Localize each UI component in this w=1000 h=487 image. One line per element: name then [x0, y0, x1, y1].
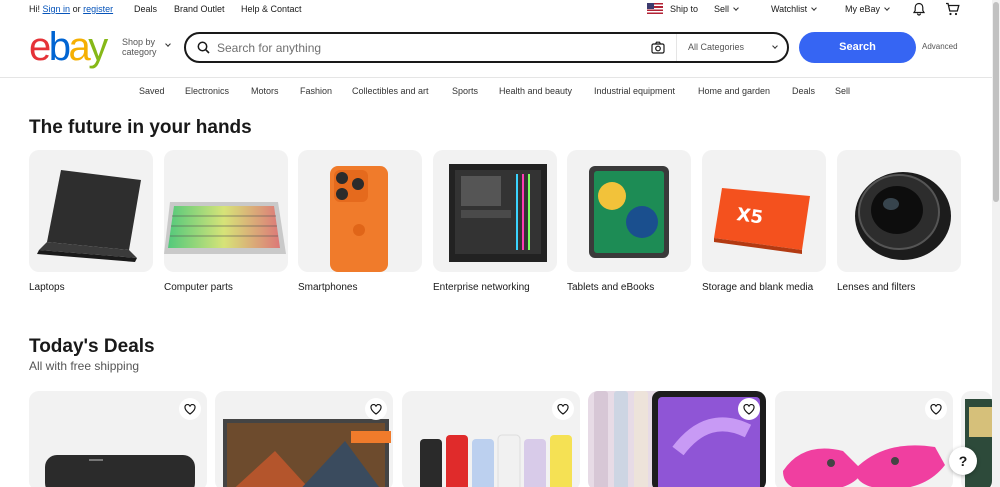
card-label-tablets[interactable]: Tablets and eBooks — [567, 282, 654, 293]
category-card-storage[interactable]: X5 — [702, 150, 826, 272]
deal-card[interactable] — [588, 391, 766, 487]
logo-letter-e: e — [29, 25, 51, 69]
cart-icon[interactable] — [945, 2, 960, 16]
tablet-image — [589, 166, 669, 258]
category-card-computer-parts[interactable] — [164, 150, 288, 272]
sell-label: Sell — [714, 4, 730, 14]
watchlist-menu[interactable]: Watchlist — [771, 4, 818, 14]
nav-collectibles[interactable]: Collectibles and art — [352, 86, 429, 96]
camera-icon[interactable] — [651, 41, 665, 54]
search-icon — [197, 41, 210, 54]
nav-deals[interactable]: Deals — [792, 86, 815, 96]
nav-home-garden[interactable]: Home and garden — [698, 86, 770, 96]
register-link[interactable]: register — [83, 4, 113, 14]
help-contact-link[interactable]: Help & Contact — [241, 4, 302, 14]
pc-tower-image — [449, 164, 547, 262]
ssd-logo: X5 — [735, 204, 764, 228]
us-flag-icon — [647, 3, 663, 14]
shop-by-line1: Shop by — [122, 37, 156, 47]
nav-electronics[interactable]: Electronics — [185, 86, 229, 96]
search-button[interactable]: Search — [799, 32, 916, 63]
deals-link[interactable]: Deals — [134, 4, 157, 14]
card-label-laptops[interactable]: Laptops — [29, 282, 65, 293]
heart-icon[interactable] — [552, 398, 574, 420]
category-card-enterprise-networking[interactable] — [433, 150, 557, 272]
watchlist-label: Watchlist — [771, 4, 808, 14]
nav-motors[interactable]: Motors — [251, 86, 279, 96]
ship-to-link[interactable]: Ship to — [670, 4, 698, 14]
nav-industrial[interactable]: Industrial equipment — [594, 86, 675, 96]
top-utility-bar: Hi! Sign in or register Deals Brand Outl… — [0, 0, 992, 19]
card-label-lenses[interactable]: Lenses and filters — [837, 282, 915, 293]
nav-sell[interactable]: Sell — [835, 86, 850, 96]
keyboard-image — [164, 202, 286, 254]
nav-fashion[interactable]: Fashion — [300, 86, 332, 96]
shop-by-line2: category — [122, 47, 157, 57]
category-card-lenses[interactable] — [837, 150, 961, 272]
deal-card[interactable] — [215, 391, 393, 487]
category-card-smartphones[interactable] — [298, 150, 422, 272]
chevron-down-icon — [884, 5, 890, 11]
nav-sports[interactable]: Sports — [452, 86, 478, 96]
category-card-tablets[interactable] — [567, 150, 691, 272]
sell-menu[interactable]: Sell — [714, 4, 739, 14]
chevron-down-icon — [772, 43, 778, 49]
search-bar: Search for anything All Categories — [184, 32, 789, 63]
my-ebay-label: My eBay — [845, 4, 881, 14]
ebay-logo[interactable]: ebay — [29, 25, 108, 69]
logo-letter-y: y — [88, 25, 108, 69]
my-ebay-menu[interactable]: My eBay — [845, 4, 890, 14]
chevron-down-icon — [811, 5, 818, 11]
card-label-storage[interactable]: Storage and blank media — [702, 282, 813, 293]
logo-letter-b: b — [48, 25, 71, 69]
deals-subtitle: All with free shipping — [29, 359, 140, 373]
scrollbar-thumb[interactable] — [993, 2, 999, 202]
nav-health-beauty[interactable]: Health and beauty — [499, 86, 572, 96]
smartphone-image — [330, 166, 388, 272]
page-scrollbar[interactable] — [992, 0, 1000, 487]
deal-card[interactable] — [402, 391, 580, 487]
card-label-enterprise-networking[interactable]: Enterprise networking — [433, 282, 530, 293]
or-text: or — [72, 4, 81, 14]
greeting-text: Hi! — [29, 4, 40, 14]
deal-card[interactable] — [29, 391, 207, 487]
advanced-search-link[interactable]: Advanced — [922, 42, 958, 51]
deals-section-title: Today's Deals — [29, 336, 155, 357]
lens-image — [855, 172, 951, 260]
heart-icon[interactable] — [365, 398, 387, 420]
card-label-computer-parts[interactable]: Computer parts — [164, 282, 233, 293]
category-select[interactable]: All Categories — [676, 34, 787, 61]
search-input[interactable]: Search for anything — [217, 41, 321, 55]
heart-icon[interactable] — [925, 398, 947, 420]
header-divider — [0, 77, 992, 78]
bell-icon[interactable] — [912, 2, 926, 16]
shop-by-category-button[interactable]: Shop by category — [122, 37, 157, 57]
nav-saved[interactable]: Saved — [139, 86, 165, 96]
brand-outlet-link[interactable]: Brand Outlet — [174, 4, 225, 14]
logo-letter-a: a — [68, 25, 91, 69]
laptop-image — [37, 170, 141, 262]
category-select-value: All Categories — [688, 42, 745, 52]
card-label-smartphones[interactable]: Smartphones — [298, 282, 357, 293]
ssd-image: X5 — [714, 188, 810, 254]
heart-icon[interactable] — [179, 398, 201, 420]
greeting: Hi! Sign in or register — [29, 4, 113, 14]
help-button[interactable]: ? — [949, 447, 977, 475]
heart-icon[interactable] — [738, 398, 760, 420]
deal-card[interactable] — [775, 391, 953, 487]
future-section-title: The future in your hands — [29, 117, 252, 138]
sign-in-link[interactable]: Sign in — [43, 4, 71, 14]
category-card-laptops[interactable] — [29, 150, 153, 272]
chevron-down-icon — [733, 5, 739, 11]
chevron-down-icon — [165, 41, 171, 47]
